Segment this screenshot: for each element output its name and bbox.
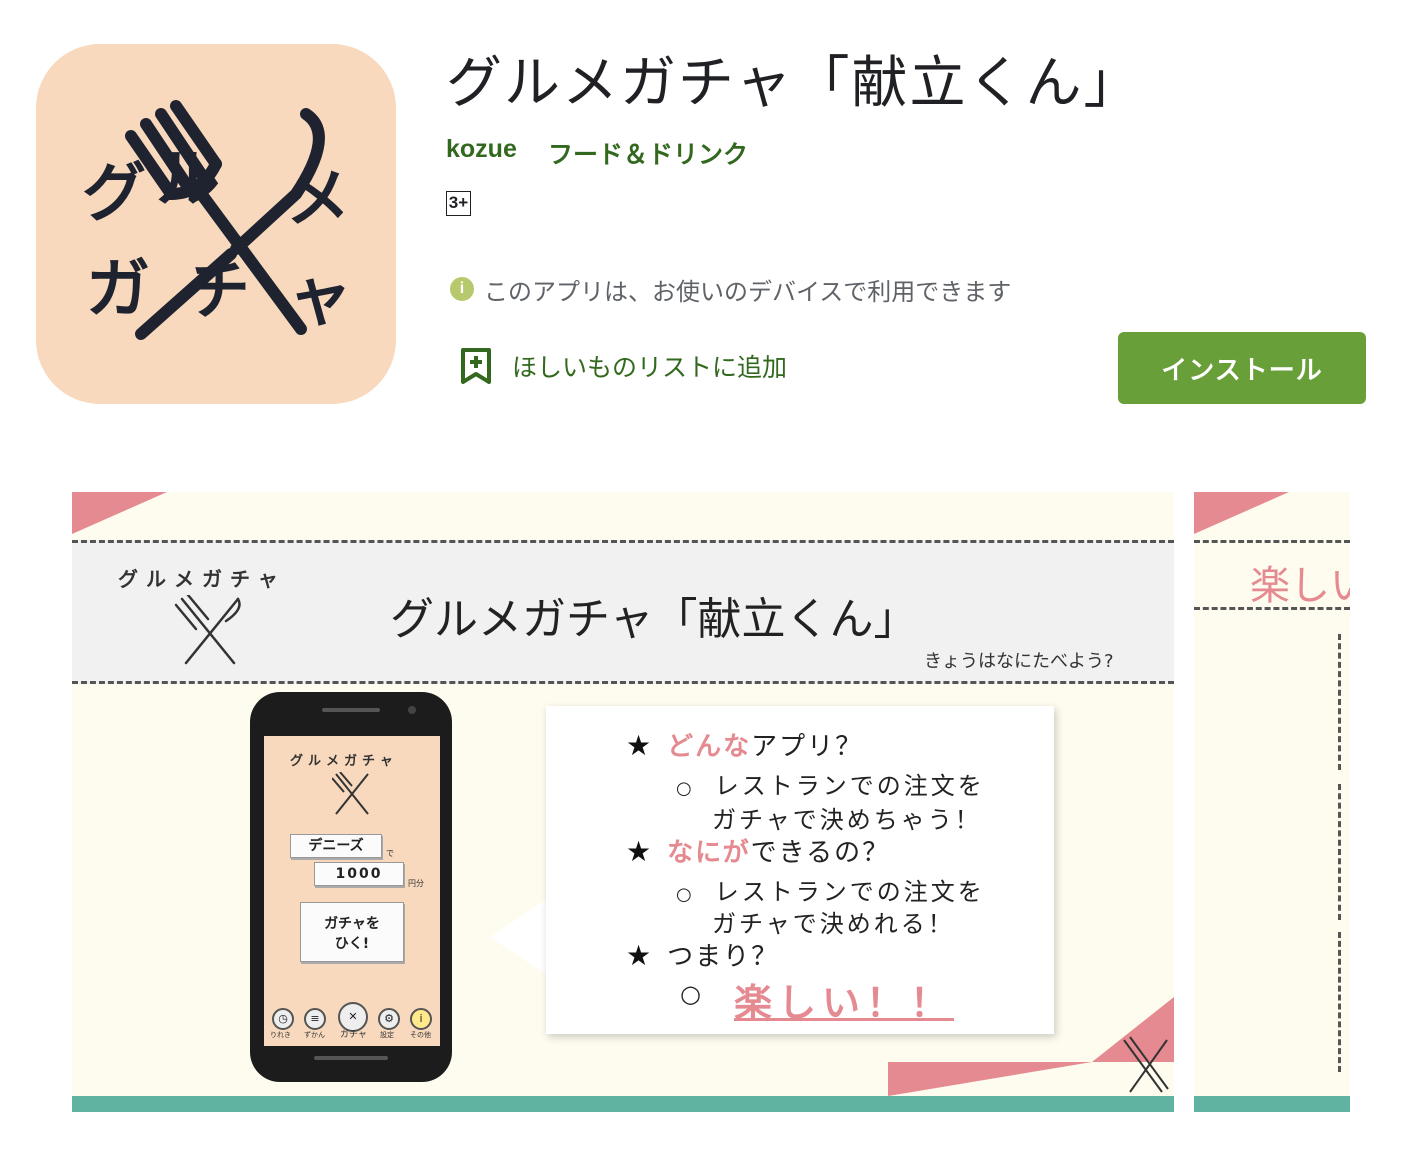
question-2: ★ なにができるの？ [626, 832, 890, 869]
answer-2-line2: ガチャで決めれる！ [712, 910, 955, 938]
phone-mockup: グルメガチャ デニーズ で 1000 円分 ガチャを ひく! ◷ ≡ ✕ ⚙ i… [250, 692, 452, 1082]
compatibility-notice: i このアプリは、お使いのデバイスで利用できます [450, 274, 1012, 306]
gacha-button-line1: ガチャを [324, 916, 380, 932]
teal-footer-bar [1194, 1096, 1350, 1112]
icon-char: メ [286, 163, 350, 237]
mini-logo-text: グルメガチャ [118, 567, 286, 591]
header-banner: グルメガチャ グルメガチャ「献立くん」 きょうはなにたべよう? [72, 540, 1174, 684]
bookmark-add-icon [461, 348, 491, 384]
compatibility-text: このアプリは、お使いのデバイスで利用できます [484, 277, 1012, 306]
question-1: ★ どんなアプリ？ [626, 726, 863, 763]
banner-title: グルメガチャ「献立くん」 [390, 594, 918, 645]
speech-bubble-tail [490, 897, 550, 977]
fork-knife-icon [174, 595, 241, 665]
bullet-icon: ○ [676, 778, 695, 799]
icon-char: ガ [86, 253, 150, 327]
phone-speaker [322, 708, 380, 712]
question-2-highlight: なにが [667, 838, 751, 868]
question-3: ★ つまり？ [626, 936, 779, 973]
install-button[interactable]: インストール [1118, 332, 1366, 404]
gacha-button[interactable]: ガチャを ひく! [300, 902, 404, 962]
banner-text: 楽しい [1250, 563, 1350, 609]
icon-char: ャ [288, 261, 352, 335]
dashed-border [1338, 784, 1341, 920]
answer-1-line1: ○ レストランでの注文を [676, 766, 985, 801]
nav-label: ずかん [304, 1031, 325, 1039]
app-title: グルメガチャ「献立くん」 [446, 51, 1142, 116]
screenshot-2[interactable]: 楽しい [1194, 492, 1350, 1112]
question-1-highlight: どんな [667, 732, 752, 762]
header-banner: 楽しい [1194, 540, 1350, 610]
content-rating-badge: 3+ [446, 191, 471, 216]
budget-input[interactable]: 1000 [314, 862, 404, 886]
question-2-text: できるの？ [750, 838, 891, 868]
answer-2-text-1: レストランでの注文を [714, 878, 985, 906]
phone-bottom-nav: ◷ ≡ ✕ ⚙ i りれき ずかん ガチャ 設定 その他 [268, 1000, 436, 1040]
developer-link[interactable]: kozue [446, 135, 517, 164]
star-icon: ★ [626, 835, 654, 868]
icon-char: グ [82, 157, 146, 231]
info-icon[interactable]: i [410, 1008, 432, 1030]
answer-2-line1: ○ レストランでの注文を [676, 872, 985, 907]
nav-label: 設定 [380, 1031, 394, 1039]
star-icon: ★ [626, 939, 654, 972]
app-icon: グ ル メ ガ チ ャ [36, 44, 396, 404]
question-3-text: つまり？ [667, 942, 780, 972]
icon-char: チ [186, 255, 250, 329]
dashed-border [1338, 634, 1341, 770]
nav-label: ガチャ [340, 1030, 367, 1040]
wishlist-label: ほしいものリストに追加 [512, 353, 788, 382]
info-icon: i [450, 277, 474, 301]
nav-label: りれき [270, 1031, 291, 1039]
gear-icon[interactable]: ⚙ [378, 1008, 400, 1030]
speech-bubble: ★ どんなアプリ？ ○ レストランでの注文を ガチャで決めちゃう！ ★ なにができるの… [546, 706, 1054, 1034]
teal-footer-bar [72, 1096, 1174, 1112]
phone-logo-text: グルメガチャ [290, 754, 398, 769]
answer-1-text-1: レストランでの注文を [714, 772, 985, 800]
phone-bottom-bar [314, 1056, 388, 1060]
phone-screen: グルメガチャ デニーズ で 1000 円分 ガチャを ひく! ◷ ≡ ✕ ⚙ i… [264, 736, 440, 1046]
book-stack-icon[interactable]: ≡ [304, 1008, 326, 1030]
screenshot-1[interactable]: グルメガチャ グルメガチャ「献立くん」 きょうはなにたべよう? グルメガチャ デ… [72, 492, 1174, 1112]
restaurant-selector[interactable]: デニーズ [290, 834, 382, 858]
fork-knife-icon [332, 772, 369, 815]
bullet-icon: ○ [680, 980, 701, 1008]
bullet-icon: ○ [676, 884, 695, 905]
de-label: で [386, 849, 394, 858]
clock-icon[interactable]: ◷ [272, 1008, 294, 1030]
question-1-text: アプリ？ [751, 732, 864, 762]
banner-subtitle: きょうはなにたべよう? [924, 651, 1114, 672]
phone-camera [408, 706, 416, 714]
fun-text: 楽しい！！ [734, 981, 955, 1025]
star-icon: ★ [626, 729, 654, 762]
gacha-button-line2: ひく! [334, 936, 370, 952]
category-link[interactable]: フード＆ドリンク [548, 135, 748, 171]
dashed-border [1338, 932, 1341, 1072]
answer-1-line2: ガチャで決めちゃう！ [712, 806, 982, 834]
nav-label: その他 [410, 1031, 431, 1039]
yen-label: 円分 [408, 879, 424, 888]
icon-char: ル [156, 143, 220, 217]
wishlist-button[interactable]: ほしいものリストに追加 [460, 346, 787, 386]
